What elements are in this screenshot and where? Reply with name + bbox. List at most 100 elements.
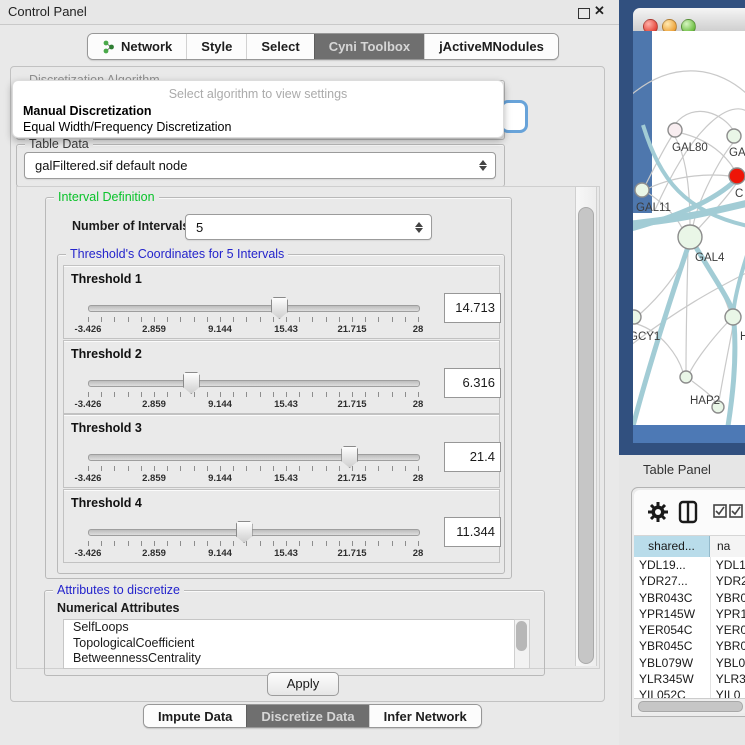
cell-shared-name[interactable]: YER054C <box>634 622 711 638</box>
table-rows[interactable]: YDL19...YDL1YDR27...YDR2YBR043CYBR0YPR14… <box>634 557 745 698</box>
attribute-list-item[interactable]: TopologicalCoefficient <box>64 636 514 652</box>
slider-tick <box>233 466 234 471</box>
attributes-scrollbar-thumb[interactable] <box>516 621 527 651</box>
threshold-value-field[interactable]: 6.316 <box>444 368 501 398</box>
tab-jactivemnodules[interactable]: jActiveMNodules <box>424 34 558 59</box>
slider-track[interactable] <box>88 380 420 387</box>
cell-shared-name[interactable]: YDL19... <box>634 557 711 573</box>
tab-infer-network[interactable]: Infer Network <box>369 705 481 727</box>
network-node-ga[interactable] <box>727 129 741 143</box>
attribute-list-item[interactable]: SelfLoops <box>64 620 514 636</box>
cell-shared-name[interactable]: YBR043C <box>634 590 711 606</box>
tab-impute-data[interactable]: Impute Data <box>144 705 246 727</box>
slider-tick <box>220 392 221 397</box>
slider-tick <box>418 466 419 471</box>
slider-tick <box>88 541 89 546</box>
algorithm-hint-option: Select algorithm to view settings <box>13 87 503 101</box>
column-header-shared-name[interactable]: shared... <box>634 536 710 557</box>
slider-track[interactable] <box>88 454 420 461</box>
slider-tick <box>167 466 168 471</box>
tab-cyni-toolbox[interactable]: Cyni Toolbox <box>314 34 424 59</box>
network-node-gal80[interactable] <box>668 123 682 137</box>
cell-shared-name[interactable]: YLR345W <box>634 671 711 687</box>
slider-tick <box>312 541 313 546</box>
table-row[interactable]: YLR345WYLR3 <box>634 671 745 687</box>
network-node-hap2[interactable] <box>680 371 692 383</box>
algorithm-option-manual[interactable]: Manual Discretization <box>23 104 152 118</box>
slider-tick <box>114 541 115 546</box>
slider-thumb[interactable] <box>271 297 288 319</box>
network-node-gal11[interactable] <box>635 183 649 197</box>
slider-tick <box>312 392 313 397</box>
algorithm-combo-focus-fragment[interactable] <box>500 100 528 133</box>
threshold-value-field[interactable]: 14.713 <box>444 293 501 323</box>
network-node-h[interactable] <box>725 309 741 325</box>
slider-track[interactable] <box>88 529 420 536</box>
table-row[interactable]: YBR043CYBR0 <box>634 590 745 606</box>
float-window-icon[interactable] <box>578 8 590 19</box>
threshold-panel-4: Threshold 4-3.4262.8599.14415.4321.71528… <box>63 489 500 563</box>
network-node-c[interactable] <box>729 168 745 184</box>
slider-tick <box>299 466 300 471</box>
cell-name[interactable]: YIL0 <box>711 687 745 698</box>
tab-style[interactable]: Style <box>186 34 246 59</box>
slider-tick <box>299 392 300 397</box>
table-panel: shared... na YDL19...YDL1YDR27...YDR2YBR… <box>631 487 745 717</box>
table-row[interactable]: YIL052CYIL0 <box>634 687 745 698</box>
attribute-list-item[interactable]: BetweennessCentrality <box>64 651 514 667</box>
number-of-intervals-combo[interactable]: 5 <box>185 214 432 240</box>
slider-thumb[interactable] <box>341 446 358 468</box>
tab-discretize-data[interactable]: Discretize Data <box>246 705 368 727</box>
table-row[interactable]: YDR27...YDR2 <box>634 573 745 589</box>
numerical-attributes-list[interactable]: SelfLoopsTopologicalCoefficientBetweenne… <box>63 619 515 669</box>
table-row[interactable]: YER054CYER0 <box>634 622 745 638</box>
horizontal-scrollbar-thumb[interactable] <box>638 701 743 712</box>
threshold-value-field[interactable]: 11.344 <box>444 517 501 547</box>
slider-track[interactable] <box>88 305 420 312</box>
cell-name[interactable]: YBR0 <box>711 638 745 654</box>
horizontal-scrollbar-track[interactable] <box>634 698 745 713</box>
cell-shared-name[interactable]: YBR045C <box>634 638 711 654</box>
network-view-canvas[interactable]: GAL80GACGAL11GAL4GCY1HHAP2 <box>633 31 745 425</box>
slider-tick <box>260 541 261 546</box>
slider-tick-label: 2.859 <box>131 548 177 559</box>
slider-tick-label: 2.859 <box>131 399 177 410</box>
cell-shared-name[interactable]: YBL079W <box>634 655 711 671</box>
cell-shared-name[interactable]: YPR145W <box>634 606 711 622</box>
cell-name[interactable]: YBR0 <box>711 590 745 606</box>
slider-thumb[interactable] <box>183 372 200 394</box>
tab-network[interactable]: Network <box>88 34 186 59</box>
cell-name[interactable]: YDL1 <box>711 557 745 573</box>
column-layout-icon[interactable] <box>678 500 698 524</box>
cell-name[interactable]: YBL0 <box>711 655 745 671</box>
cell-name[interactable]: YDR2 <box>711 573 745 589</box>
checkbox-icon[interactable] <box>713 504 727 518</box>
network-node-gcy1[interactable] <box>633 310 641 324</box>
algorithm-option-equal-width[interactable]: Equal Width/Frequency Discretization <box>23 120 231 134</box>
network-window-titlebar[interactable] <box>633 8 745 32</box>
tab-select[interactable]: Select <box>246 34 313 59</box>
vertical-scrollbar-thumb[interactable] <box>578 207 594 664</box>
cell-name[interactable]: YLR3 <box>711 671 745 687</box>
slider-tick <box>273 317 274 322</box>
cell-name[interactable]: YER0 <box>711 622 745 638</box>
slider-tick-label: 9.144 <box>197 473 243 484</box>
gear-icon[interactable] <box>647 501 669 523</box>
cell-shared-name[interactable]: YDR27... <box>634 573 711 589</box>
table-row[interactable]: YBR045CYBR0 <box>634 638 745 654</box>
network-node-gal4[interactable] <box>678 225 702 249</box>
close-icon[interactable]: ✕ <box>594 3 605 19</box>
cell-shared-name[interactable]: YIL052C <box>634 687 711 698</box>
column-header-name[interactable]: na <box>710 536 745 557</box>
apply-button[interactable]: Apply <box>267 672 339 696</box>
slider-tick <box>418 541 419 546</box>
table-data-combo[interactable]: galFiltered.sif default node <box>24 152 496 179</box>
table-row[interactable]: YPR145WYPR1 <box>634 606 745 622</box>
table-row[interactable]: YDL19...YDL1 <box>634 557 745 573</box>
cell-name[interactable]: YPR1 <box>711 606 745 622</box>
slider-tick <box>260 392 261 397</box>
threshold-value-field[interactable]: 21.4 <box>444 442 501 472</box>
slider-thumb[interactable] <box>236 521 253 543</box>
table-row[interactable]: YBL079WYBL0 <box>634 655 745 671</box>
checkbox-icon[interactable] <box>729 504 743 518</box>
